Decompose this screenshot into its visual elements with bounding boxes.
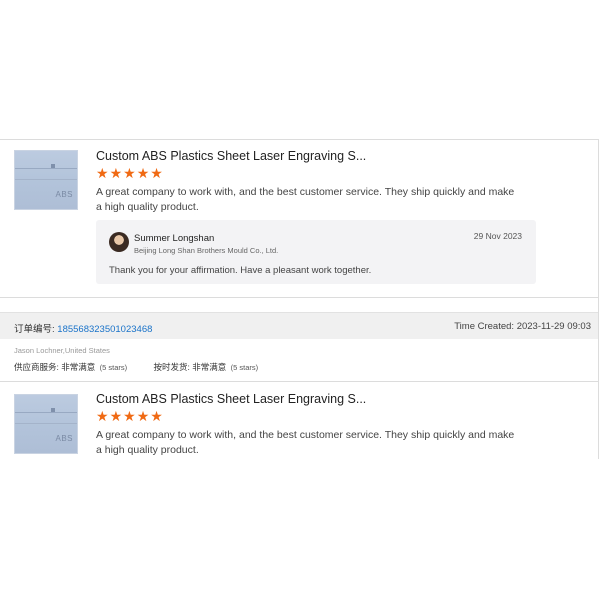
rating-label: 供应商服务: — [14, 362, 59, 372]
reviews-panel: ABS Custom ABS Plastics Sheet Laser Engr… — [0, 139, 599, 459]
order-ratings: 供应商服务: 非常满意 (5 stars) 按时发货: 非常满意 (5 star… — [14, 361, 282, 373]
rating-supplier-service: 供应商服务: 非常满意 (5 stars) — [14, 361, 127, 373]
product-title-link[interactable]: Custom ABS Plastics Sheet Laser Engravin… — [96, 392, 366, 406]
rating-stars: ★ ★ ★ ★ ★ — [96, 409, 163, 423]
rating-value: 非常满意 — [192, 362, 227, 372]
review-text: A great company to work with, and the be… — [96, 186, 515, 213]
review-text: A great company to work with, and the be… — [96, 429, 515, 456]
rating-value: 非常满意 — [61, 362, 96, 372]
star-icon: ★ — [136, 165, 150, 181]
star-icon: ★ — [150, 165, 163, 181]
star-icon: ★ — [123, 165, 136, 181]
order-time-created: Time Created: 2023-11-29 09:03 — [454, 321, 591, 332]
product-title-link[interactable]: Custom ABS Plastics Sheet Laser Engravin… — [96, 149, 366, 163]
reply-text: Thank you for your affirmation. Have a p… — [109, 265, 372, 276]
reply-date: 29 Nov 2023 — [473, 231, 522, 241]
order-number-link[interactable]: 185568323501023468 — [57, 324, 152, 335]
reply-company-name: Beijing Long Shan Brothers Mould Co., Lt… — [134, 246, 279, 255]
star-icon: ★ — [96, 408, 109, 424]
star-icon: ★ — [123, 408, 136, 424]
product-thumbnail[interactable]: ABS — [14, 394, 78, 454]
star-icon: ★ — [96, 165, 109, 181]
order-header: 订单编号: 185568323501023468 Time Created: 2… — [0, 312, 598, 339]
divider — [0, 297, 598, 298]
review-card: ABS Custom ABS Plastics Sheet Laser Engr… — [0, 382, 598, 459]
reply-author-name: Summer Longshan — [134, 233, 215, 244]
rating-stars: ★ ★ ★ ★ ★ — [96, 166, 163, 180]
rating-on-time-shipment: 按时发货: 非常满意 (5 stars) — [154, 361, 259, 373]
rating-stars-text: (5 stars) — [230, 363, 259, 372]
order-number-row: 订单编号: 185568323501023468 — [14, 321, 152, 335]
order-number-label: 订单编号: — [14, 324, 55, 335]
avatar — [109, 232, 129, 252]
product-thumbnail[interactable]: ABS — [14, 150, 78, 210]
star-icon: ★ — [150, 408, 163, 424]
thumbnail-label: ABS — [55, 434, 73, 443]
star-icon: ★ — [109, 165, 123, 181]
star-icon: ★ — [109, 408, 123, 424]
rating-label: 按时发货: — [153, 362, 190, 372]
buyer-info: Jason Lochner,United States — [14, 346, 110, 355]
thumbnail-label: ABS — [55, 190, 73, 199]
review-card: ABS Custom ABS Plastics Sheet Laser Engr… — [0, 140, 598, 296]
supplier-reply: Summer Longshan Beijing Long Shan Brothe… — [96, 220, 536, 284]
star-icon: ★ — [136, 408, 150, 424]
rating-stars-text: (5 stars) — [99, 363, 128, 372]
